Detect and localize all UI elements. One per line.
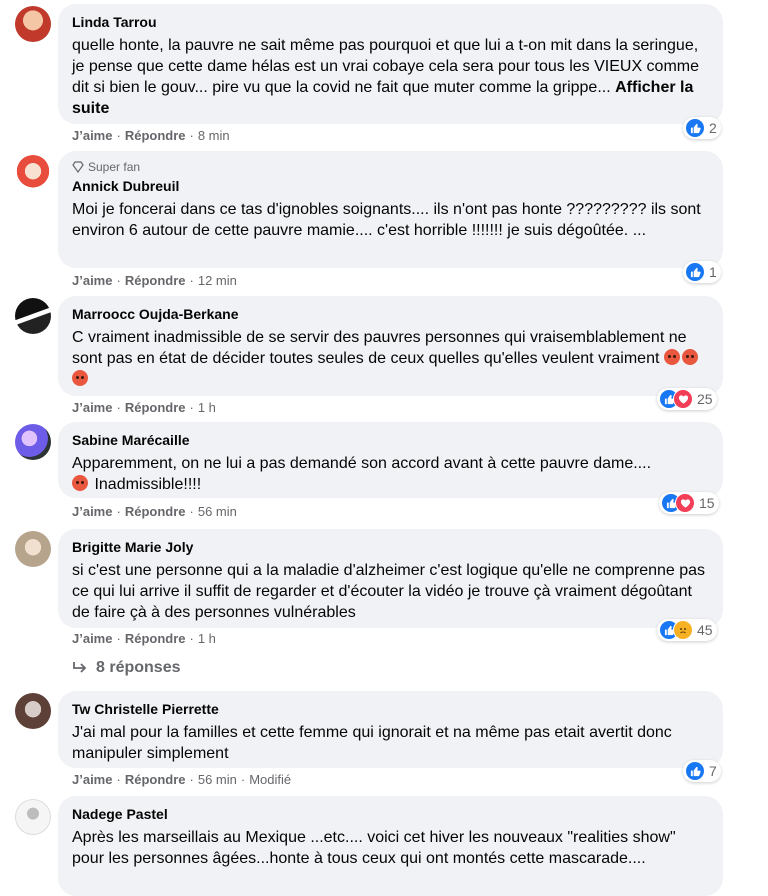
avatar[interactable] [15, 799, 51, 835]
like-link[interactable]: J’aime [72, 772, 112, 787]
reaction-count: 45 [697, 622, 713, 638]
comment-actions: J’aime · Répondre · 8 min [72, 128, 230, 143]
comment-actions: J’aime · Répondre · 1 h [72, 400, 216, 415]
like-link[interactable]: J’aime [72, 273, 112, 288]
comment-actions: J’aime · Répondre · 56 min · Modifié [72, 772, 292, 787]
comment-author[interactable]: Brigitte Marie Joly [72, 538, 709, 556]
comment-time[interactable]: 12 min [198, 273, 237, 288]
comment-text: C vraiment inadmissible de se servir des… [72, 327, 709, 390]
diamond-icon [72, 161, 84, 173]
like-icon [685, 761, 705, 781]
like-link[interactable]: J’aime [72, 504, 112, 519]
love-icon [675, 493, 695, 513]
comment-actions: J’aime · Répondre · 1 h [72, 631, 216, 646]
reaction-count: 1 [709, 264, 717, 280]
reply-link[interactable]: Répondre [125, 631, 186, 646]
comment-bubble: Linda Tarrou quelle honte, la pauvre ne … [58, 4, 723, 124]
comment-text: si c'est une personne qui a la maladie d… [72, 562, 706, 621]
reply-link[interactable]: Répondre [125, 504, 186, 519]
comment-text: Apparemment, on ne lui a pas demandé son… [72, 455, 652, 493]
like-link[interactable]: J’aime [72, 400, 112, 415]
reply-link[interactable]: Répondre [125, 400, 186, 415]
reply-link[interactable]: Répondre [125, 772, 186, 787]
comment-bubble: Nadege Pastel Après les marseillais au M… [58, 796, 723, 896]
avatar[interactable] [15, 155, 51, 191]
avatar[interactable] [15, 298, 51, 334]
comment-time[interactable]: 1 h [198, 400, 216, 415]
comment-text: Moi je foncerai dans ce tas d'ignobles s… [72, 201, 701, 239]
comment-bubble: Brigitte Marie Joly si c'est une personn… [58, 529, 723, 628]
comment-author[interactable]: Marroocc Oujda-Berkane [72, 305, 709, 323]
comment-bubble: Tw Christelle Pierrette J'ai mal pour la… [58, 691, 723, 768]
like-icon [685, 118, 705, 138]
edited-label: Modifié [249, 772, 292, 787]
avatar[interactable] [15, 693, 51, 729]
avatar[interactable] [15, 531, 51, 567]
like-link[interactable]: J’aime [72, 631, 112, 646]
comment-author[interactable]: Tw Christelle Pierrette [72, 700, 709, 718]
reaction-summary[interactable]: 7 [683, 760, 721, 782]
reply-link[interactable]: Répondre [125, 128, 186, 143]
angry-emoji-icon [663, 349, 680, 365]
reaction-count: 25 [697, 391, 713, 407]
reaction-count: 2 [709, 120, 717, 136]
comment-author[interactable]: Linda Tarrou [72, 13, 709, 31]
comment-text: quelle honte, la pauvre ne sait même pas… [72, 37, 700, 117]
view-replies-link[interactable]: 8 réponses [72, 659, 180, 677]
avatar[interactable] [15, 424, 51, 460]
like-icon [685, 262, 705, 282]
angry-emoji-icon [72, 475, 88, 491]
comment-actions: J’aime · Répondre · 12 min [72, 273, 237, 288]
reaction-summary[interactable]: 2 [683, 117, 721, 139]
sad-icon [673, 620, 693, 640]
angry-emoji-icon [72, 370, 88, 386]
comment-bubble: Marroocc Oujda-Berkane C vraiment inadmi… [58, 296, 723, 396]
comment-author[interactable]: Sabine Marécaille [72, 431, 709, 449]
reaction-count: 15 [699, 495, 715, 511]
comment-author[interactable]: Nadege Pastel [72, 805, 709, 823]
comment-time[interactable]: 1 h [198, 631, 216, 646]
angry-emoji-icon [681, 349, 698, 365]
comment-bubble: Sabine Marécaille Apparemment, on ne lui… [58, 422, 723, 498]
reply-arrow-icon [73, 662, 87, 673]
comment-text: Après les marseillais au Mexique ...etc.… [72, 829, 676, 867]
reply-link[interactable]: Répondre [125, 273, 186, 288]
comment-time[interactable]: 56 min [198, 772, 237, 787]
reaction-count: 7 [709, 763, 717, 779]
comment-time[interactable]: 56 min [198, 504, 237, 519]
like-link[interactable]: J’aime [72, 128, 112, 143]
comment-actions: J’aime · Répondre · 56 min [72, 504, 237, 519]
reaction-summary[interactable]: 15 [659, 492, 719, 514]
reaction-summary[interactable]: 25 [657, 388, 717, 410]
comment-author[interactable]: Annick Dubreuil [72, 177, 709, 195]
reaction-summary[interactable]: 45 [657, 619, 717, 641]
reaction-summary[interactable]: 1 [683, 261, 721, 283]
comment-text: J'ai mal pour la familles et cette femme… [72, 724, 672, 762]
love-icon [673, 389, 693, 409]
comment-time[interactable]: 8 min [198, 128, 230, 143]
comment-bubble: Super fan Annick Dubreuil Moi je foncera… [58, 151, 723, 268]
avatar[interactable] [15, 6, 51, 42]
super-fan-badge: Super fan [72, 159, 709, 175]
